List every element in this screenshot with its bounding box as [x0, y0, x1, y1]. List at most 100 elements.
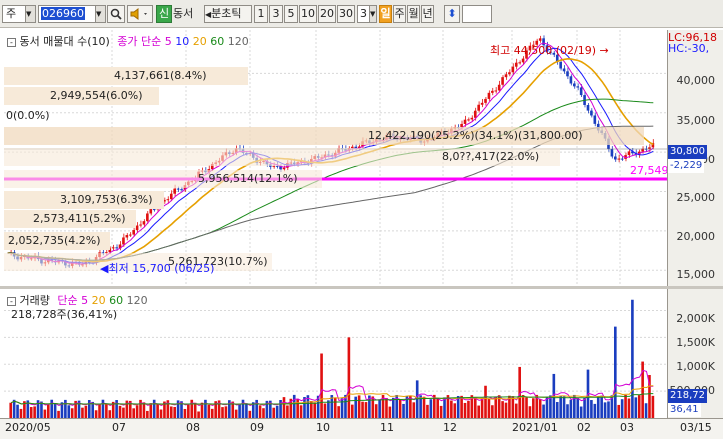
high-price-label: 최고 44,500 (02/19) → [490, 44, 609, 57]
speaker-button[interactable] [127, 5, 153, 23]
volume-bar [590, 400, 593, 418]
candle-body [576, 86, 580, 88]
up-down-button[interactable]: ⬍ [444, 5, 460, 23]
volume-bar [327, 400, 330, 418]
candle-body [484, 98, 487, 103]
price-chart-pane[interactable]: - 동서 매물대 수(10) 종가 단순 5 10 20 60 120 4,13… [4, 30, 669, 286]
tick-button[interactable]: ◀분초틱 [204, 5, 252, 23]
volume-bar [651, 395, 655, 418]
volume-bar [12, 399, 16, 418]
candle-body [173, 188, 176, 194]
period-month-button[interactable]: 월 [407, 5, 420, 23]
volume-bar [614, 326, 617, 418]
chevron-down-icon[interactable]: ▼ [369, 6, 376, 22]
volume-profile-bar: 12,422,190(25.2%)(34.1%)(31,800.00) [4, 127, 644, 145]
volume-bar [378, 399, 381, 418]
volume-bar [634, 397, 638, 418]
volume-bar [282, 397, 286, 418]
volume-profile-label: 8,0??,417(22.0%) [442, 150, 540, 163]
date-label: 10 [316, 421, 330, 434]
volume-bar [385, 397, 388, 418]
volume-bar [559, 395, 562, 418]
volume-bar [173, 406, 176, 418]
candle-body [538, 38, 542, 41]
volume-bar [624, 394, 627, 418]
volume-bar [275, 405, 279, 418]
search-button[interactable] [107, 5, 125, 23]
volume-bar [436, 398, 440, 418]
price-axis[interactable]: LC:96,18 HC:-30, 40,000 35,000 30,000 25… [667, 30, 723, 286]
candle-body [477, 104, 480, 111]
interval-30-label: 30 [339, 7, 353, 20]
price-tick: 20,000 [676, 230, 716, 243]
candle-body [480, 102, 484, 105]
volume-bar [620, 399, 624, 418]
chevron-down-icon[interactable]: ▼ [25, 6, 35, 22]
volume-bar [221, 407, 224, 418]
volume-bar [296, 398, 299, 418]
volume-bar [532, 398, 535, 418]
volume-bar [521, 395, 525, 418]
interval-10-button[interactable]: 10 [299, 5, 317, 23]
credit-button[interactable]: 신 [156, 5, 172, 23]
volume-bar [146, 410, 149, 418]
volume-profile-label: 0(0.0%) [6, 109, 50, 122]
candle-body [470, 117, 474, 120]
volume-bar [463, 402, 467, 418]
interval-select[interactable]: 3 ▼ [357, 5, 377, 23]
candle-body [166, 199, 170, 201]
volume-bar [374, 404, 378, 418]
volume-bar [439, 405, 443, 418]
volume-bar [412, 402, 416, 418]
volume-bar [525, 397, 528, 418]
volume-profile-label: 12,422,190(25.2%)(34.1%)(31,800.00) [368, 129, 583, 142]
volume-bar [361, 401, 364, 418]
candle-body [620, 158, 624, 160]
volume-bar [337, 406, 340, 418]
period-day-label: 일 [380, 7, 391, 20]
candle-body [518, 62, 521, 64]
volume-bar [429, 399, 433, 418]
period-year-button[interactable]: 년 [421, 5, 434, 23]
volume-profile-label: 2,949,554(6.0%) [50, 89, 143, 102]
date-label: 11 [380, 421, 394, 434]
volume-bar [340, 398, 344, 418]
volume-tick: 2,000K [676, 312, 715, 325]
candle-body [125, 235, 129, 238]
candle-body [135, 225, 139, 231]
extra-input[interactable] [462, 5, 492, 23]
candle-body [473, 110, 477, 118]
interval-3-label: 3 [272, 7, 280, 20]
interval-1-button[interactable]: 1 [254, 5, 268, 23]
volume-bar [118, 405, 122, 418]
volume-bar [84, 405, 88, 418]
period-week-button[interactable]: 주 [393, 5, 406, 23]
code-input-value: 026960 [41, 7, 85, 20]
volume-profile-bar: 8,0??,417(22.0%) [4, 148, 560, 166]
interval-20-button[interactable]: 20 [318, 5, 336, 23]
interval-30-button[interactable]: 30 [337, 5, 355, 23]
volume-info: 218,728주(36,41%) [11, 308, 118, 321]
interval-3-button[interactable]: 3 [269, 5, 283, 23]
code-input[interactable]: 026960 ▼ [38, 5, 106, 23]
market-select[interactable]: 주 ▼ [2, 5, 36, 23]
volume-axis[interactable]: 2,000K 1,500K 1,000K 500,000 218,72 36,4… [667, 289, 723, 418]
volume-chart-pane[interactable]: - 거래량 단순 5 20 60 120 218,728주(36,41%) [4, 289, 667, 418]
candle-body [122, 237, 125, 245]
candle-body [142, 221, 146, 225]
volume-bar [460, 395, 463, 418]
volume-bar [210, 408, 214, 418]
candle-body [586, 104, 590, 111]
volume-bar [132, 408, 135, 418]
volume-bar [159, 409, 163, 418]
volume-bar [501, 401, 504, 418]
volume-bar [224, 406, 228, 418]
period-day-button[interactable]: 일 [379, 5, 392, 23]
chevron-down-icon[interactable]: ▼ [95, 6, 105, 22]
date-axis[interactable]: 2020/05 07 08 09 10 11 12 2021/01 02 03 … [0, 418, 723, 439]
interval-5-button[interactable]: 5 [284, 5, 298, 23]
volume-bar [40, 401, 43, 418]
period-year-label: 년 [422, 7, 433, 20]
minus-icon[interactable]: - [7, 297, 16, 306]
volume-bar [388, 406, 392, 418]
